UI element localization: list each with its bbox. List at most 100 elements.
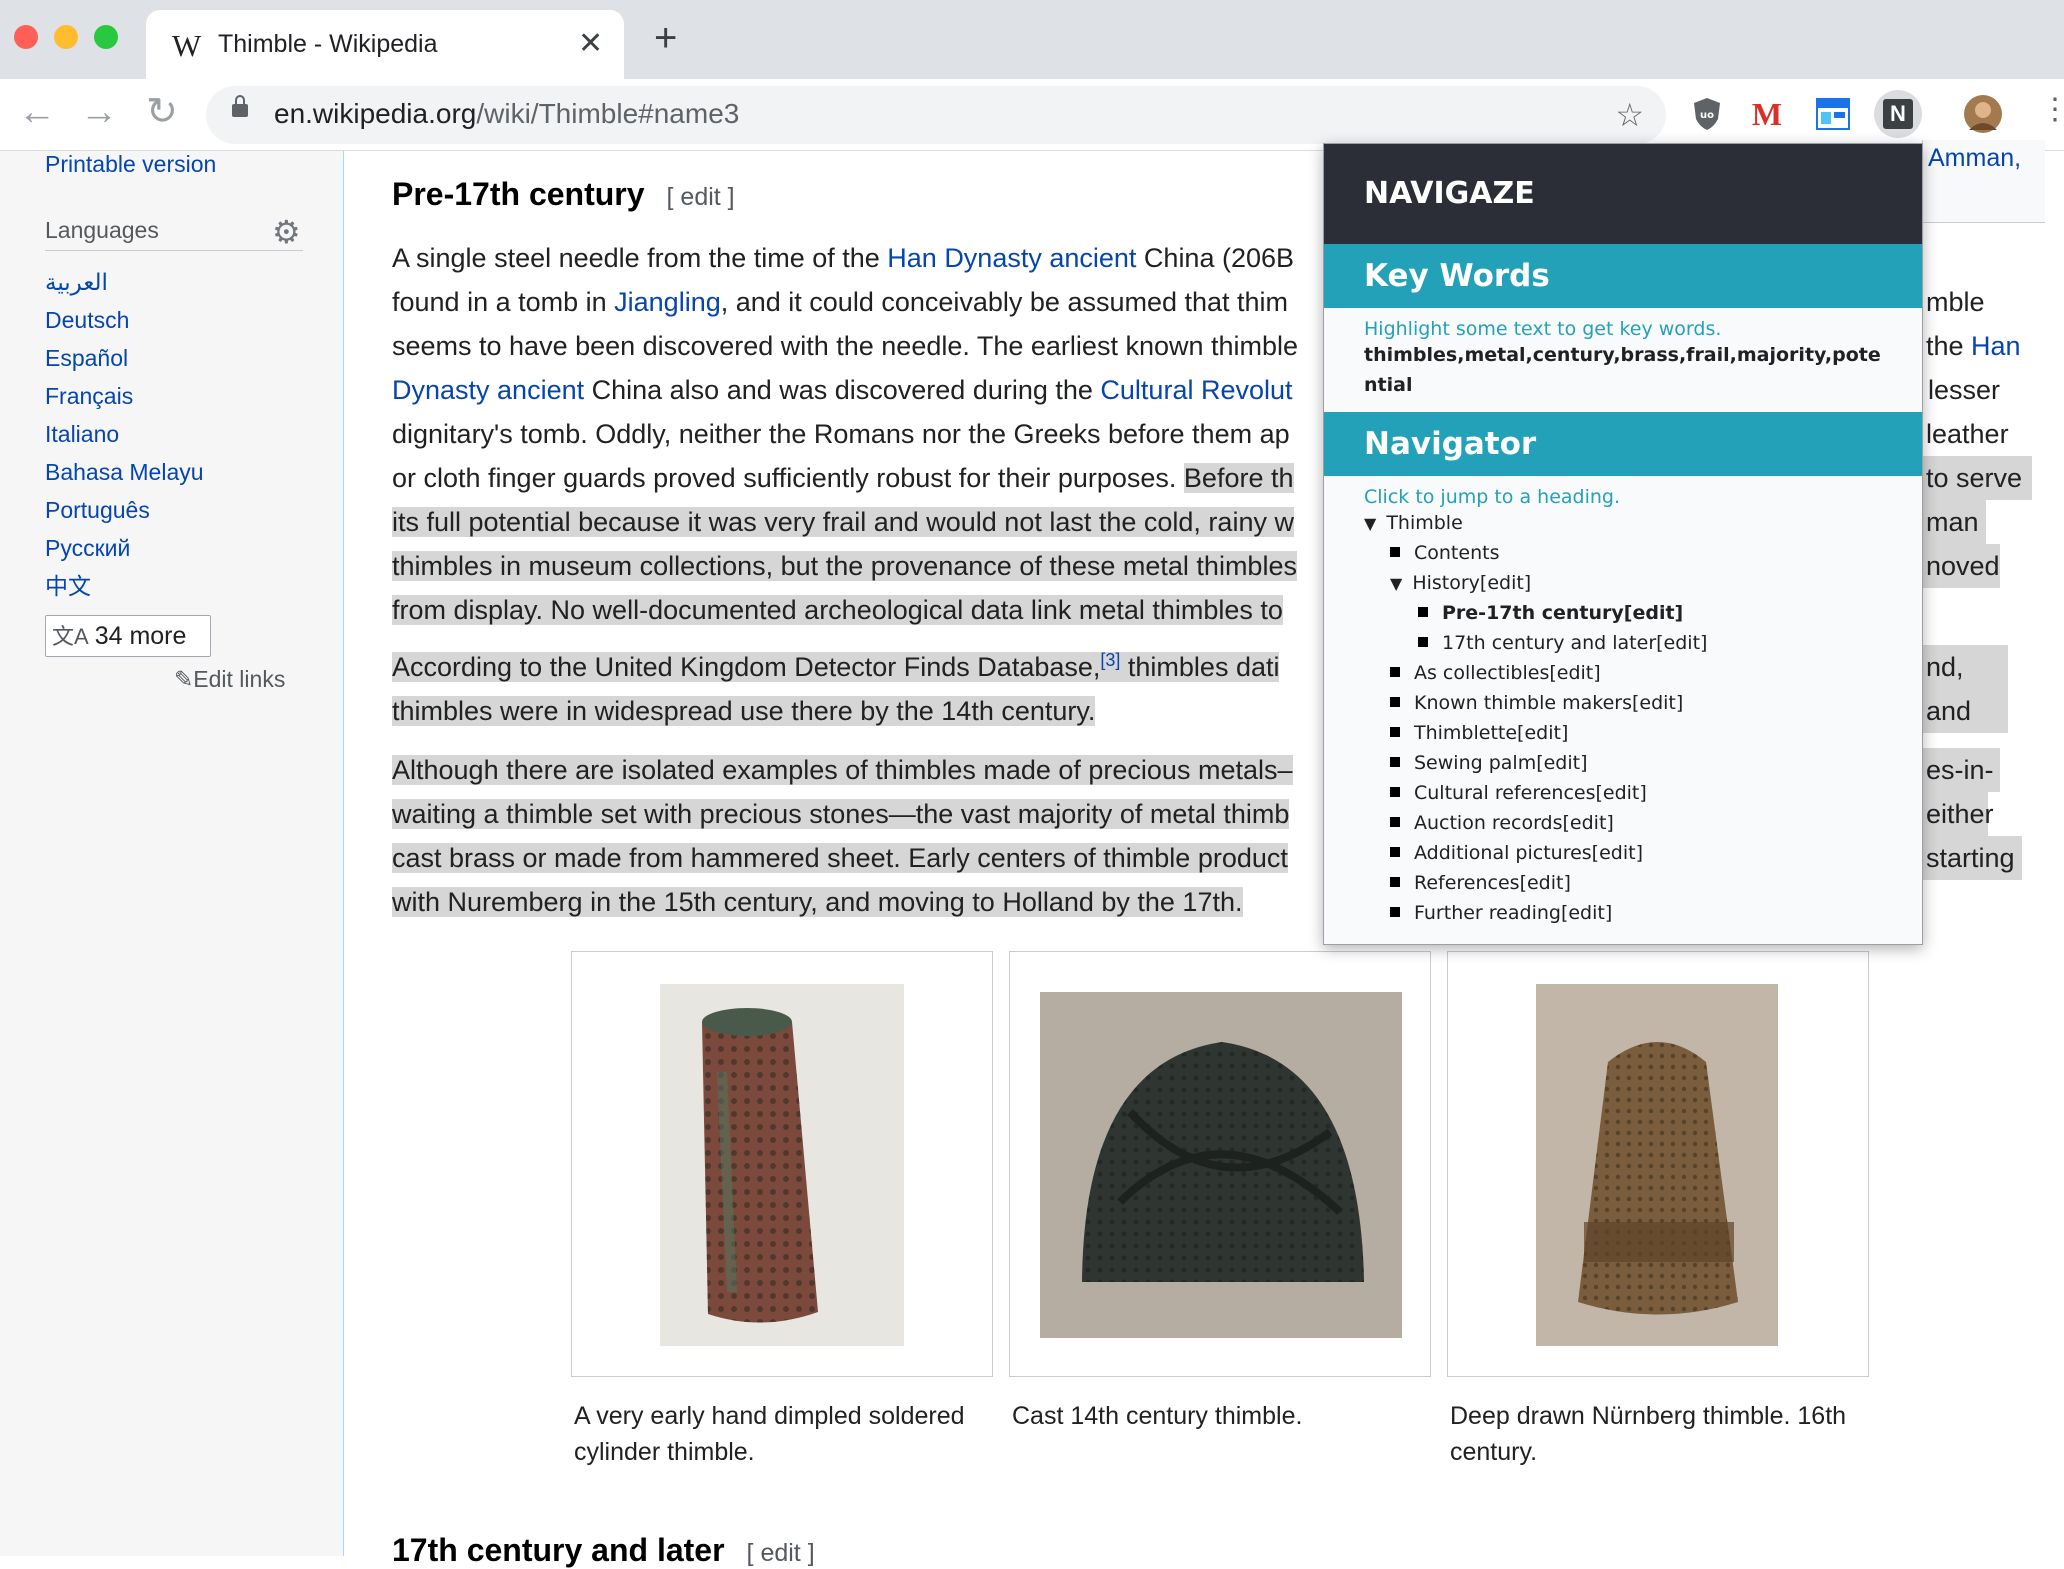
reload-icon[interactable]: ↻ [146,93,178,131]
navigaze-icon[interactable]: N [1874,90,1922,138]
bullet-icon [1390,846,1400,857]
language-link[interactable]: Deutsch [45,301,204,339]
triangle-down-icon: ▼ [1390,574,1403,593]
edit-links-button[interactable]: ✎Edit links [174,666,285,693]
text-fragment: mble [1926,287,1985,317]
language-link[interactable]: Русский [45,529,204,567]
edit-section-link[interactable]: [ edit ] [667,183,735,211]
languages-heading: Languages [45,217,303,251]
cultural-revolution-link[interactable]: Cultural Revolut [1100,375,1292,405]
bullet-icon [1390,876,1400,887]
language-link[interactable]: العربية [45,263,204,301]
thimble-image-2[interactable] [1009,951,1431,1377]
minimize-window-button[interactable] [54,25,78,49]
bullet-icon [1390,726,1400,737]
svg-text:uo: uo [1700,110,1714,121]
tree-item[interactable]: Cultural references[edit] [1324,778,1922,808]
bullet-icon [1390,546,1400,557]
text-fragment: either [1922,792,1994,836]
maximize-window-button[interactable] [94,25,118,49]
pencil-icon: ✎ [174,666,194,692]
navigator-hint: Click to jump to a heading. [1364,486,1621,508]
navigator-heading: Navigator [1324,412,1922,476]
bullet-icon [1418,636,1428,647]
edit-section-link[interactable]: [ edit ] [747,1539,815,1567]
language-link[interactable]: Italiano [45,415,204,453]
text-fragment: nd, and [1922,645,2008,733]
bullet-icon [1390,816,1400,827]
text-fragment: lesser [1928,375,2001,405]
lock-icon [232,95,248,117]
forward-arrow-icon[interactable]: → [80,93,118,131]
calendar-icon[interactable] [1812,93,1854,135]
more-languages-button[interactable]: 文A 34 more [45,615,211,657]
language-link[interactable]: Bahasa Melayu [45,453,204,491]
back-arrow-icon[interactable]: ← [18,93,56,131]
ublock-icon[interactable]: uo [1686,93,1728,135]
text-fragment: the Han [1926,331,2021,361]
address-bar[interactable]: en.wikipedia.org/wiki/Thimble#name3 ☆ [206,86,1666,144]
tree-item-root[interactable]: ▼ Thimble [1324,508,1922,538]
figure-caption: A very early hand dimpled soldered cylin… [574,1402,965,1466]
section-heading-pre17: Pre-17th century[ edit ] [392,176,735,212]
translate-icon: 文A [52,624,89,649]
navigaze-popup: NAVIGAZE Key Words Highlight some text t… [1323,143,1923,945]
keywords-list: thimbles,metal,century,brass,frail,major… [1364,344,1881,396]
han-link[interactable]: Han [1971,331,2021,361]
tree-item[interactable]: ▼ History[edit] [1324,568,1922,598]
browser-tab[interactable]: W Thimble - Wikipedia ✕ [146,10,624,79]
tree-item[interactable]: As collectibles[edit] [1324,658,1922,688]
tree-item[interactable]: Contents [1324,538,1922,568]
wikipedia-favicon-icon: W [172,28,202,63]
han-dynasty-link[interactable]: Han Dynasty ancient [887,243,1136,273]
keywords-heading: Key Words [1324,244,1922,308]
section-heading-17th: 17th century and later[ edit ] [392,1532,815,1568]
text-fragment: es-in- [1922,748,2000,792]
menu-kebab-icon[interactable]: ⋮ [2040,95,2064,125]
jiangling-link[interactable]: Jiangling [614,287,721,317]
text-fragment: to serve [1922,456,2032,500]
tab-bar: W Thimble - Wikipedia ✕ + [0,0,2064,79]
language-link[interactable]: Português [45,491,204,529]
text-fragment: man [1922,500,1986,544]
triangle-down-icon: ▼ [1364,514,1377,533]
profile-avatar[interactable] [1962,93,2004,135]
language-link[interactable]: Français [45,377,204,415]
tree-item[interactable]: Known thimble makers[edit] [1324,688,1922,718]
reference-link[interactable]: [3] [1100,650,1120,670]
heading-tree: ▼ Thimble Contents ▼ History[edit] Pre-17t… [1324,508,1922,928]
gmail-icon[interactable]: M [1746,93,1788,135]
tree-item[interactable]: Thimblette[edit] [1324,718,1922,748]
text-fragment: starting [1922,836,2022,880]
keywords-hint: Highlight some text to get key words. [1364,318,1722,340]
bookmark-star-icon[interactable]: ☆ [1615,96,1644,134]
amman-link[interactable]: Amman, [1928,144,2021,173]
bullet-icon [1390,906,1400,917]
tree-item[interactable]: Auction records[edit] [1324,808,1922,838]
language-list: العربية Deutsch Español Français Italian… [45,263,204,605]
bullet-icon [1390,666,1400,677]
language-link[interactable]: 中文 [45,567,204,605]
dynasty-link[interactable]: Dynasty ancient [392,375,584,405]
language-link[interactable]: Español [45,339,204,377]
tree-item[interactable]: Additional pictures[edit] [1324,838,1922,868]
tree-item[interactable]: 17th century and later[edit] [1324,628,1922,658]
text-fragment: leather [1926,419,2009,449]
tree-item[interactable]: Further reading[edit] [1324,898,1922,928]
tree-item[interactable]: Sewing palm[edit] [1324,748,1922,778]
gear-icon[interactable]: ⚙ [272,213,301,251]
close-tab-icon[interactable]: ✕ [578,26,603,61]
url-text: en.wikipedia.org/wiki/Thimble#name3 [274,98,740,129]
printable-version-link[interactable]: Printable version [45,151,216,178]
tab-title: Thimble - Wikipedia [218,30,438,58]
new-tab-button[interactable]: + [654,18,677,58]
browser-toolbar: ← → ↻ en.wikipedia.org/wiki/Thimble#name… [0,79,2064,151]
close-window-button[interactable] [14,25,38,49]
tree-item-current[interactable]: Pre-17th century[edit] [1324,598,1922,628]
wiki-sidebar: Printable version Languages ⚙ العربية De… [0,151,344,1556]
thimble-image-3[interactable] [1447,951,1869,1377]
bullet-icon [1390,756,1400,767]
tree-item[interactable]: References[edit] [1324,868,1922,898]
figure-caption: Cast 14th century thimble. [1012,1402,1303,1430]
thimble-image-1[interactable] [571,951,993,1377]
